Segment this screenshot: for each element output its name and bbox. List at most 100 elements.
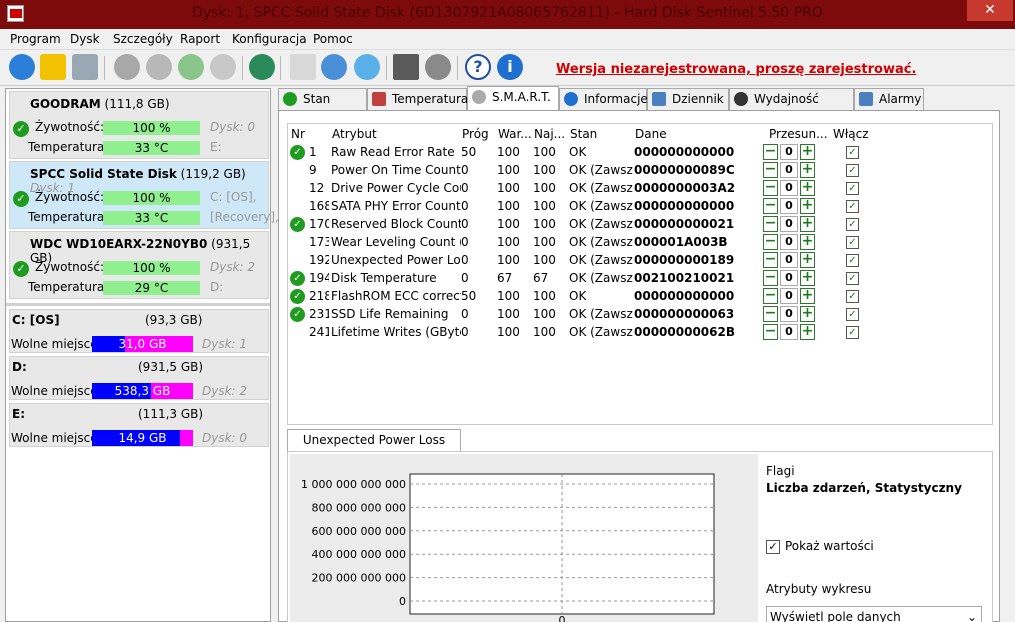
decrement-button[interactable]: − [763, 198, 778, 214]
menu-program[interactable]: Program [10, 32, 61, 46]
offset-value[interactable]: 0 [780, 144, 798, 160]
header-attribute[interactable]: Atrybut [332, 127, 377, 141]
volume-card-d[interactable]: D: (931,5 GB) Wolne miejsce 538,3 GB Dys… [9, 356, 269, 400]
enable-checkbox[interactable]: ✓ [846, 290, 859, 303]
table-row[interactable]: ✓ 231SSD Life Remaining 0 100 100 OK (Zawsz..… [288, 306, 878, 324]
offset-value[interactable]: 0 [780, 198, 798, 214]
disk-card-wdc[interactable]: WDC WD10EARX-22N0YB0 (931,5 GB) ✓ Żywotn… [9, 231, 269, 299]
refresh-icon[interactable] [9, 54, 35, 80]
disk-check-icon[interactable] [178, 54, 204, 80]
increment-button[interactable]: + [800, 198, 815, 214]
menu-pomoc[interactable]: Pomoc [313, 32, 353, 46]
decrement-button[interactable]: − [763, 234, 778, 250]
disk-card-spcc[interactable]: SPCC Solid State Disk (119,2 GB) Dysk: 1… [9, 161, 279, 229]
offset-value[interactable]: 0 [780, 252, 798, 268]
tab-informacje[interactable]: Informacje [559, 88, 648, 110]
table-row[interactable]: ✓218FlashROM ECC correcti...50100100OK00… [288, 288, 878, 306]
table-row[interactable]: 9Power On Time Count0100100OK (Zawsz...0… [288, 162, 878, 180]
show-values-label[interactable]: Pokaż wartości [785, 539, 874, 553]
offset-value[interactable]: 0 [780, 216, 798, 232]
offset-value[interactable]: 0 [780, 162, 798, 178]
offset-value[interactable]: 0 [780, 234, 798, 250]
increment-button[interactable]: + [800, 252, 815, 268]
decrement-button[interactable]: − [763, 180, 778, 196]
table-row[interactable]: 192Unexpected Power Loss...0100100OK (Za… [288, 252, 878, 270]
speaker-icon[interactable] [425, 54, 451, 80]
disk-card-goodram[interactable]: GOODRAM (111,8 GB) ✓ Żywotność: 100 % Dy… [9, 91, 269, 159]
tab-smart[interactable]: S.M.A.R.T. [467, 86, 559, 110]
header-data[interactable]: Dane [635, 127, 667, 141]
table-row[interactable]: ✓ 170 Reserved Block Count 0 100 100 OK (Zawsz… [288, 216, 878, 234]
enable-checkbox[interactable]: ✓ [846, 236, 859, 249]
disk-info-icon[interactable] [72, 54, 98, 80]
table-row[interactable]: 173Wear Leveling Count (t...0100100OK (Z… [288, 234, 878, 252]
offset-value[interactable]: 0 [780, 180, 798, 196]
enable-checkbox[interactable]: ✓ [846, 272, 859, 285]
enable-checkbox[interactable]: ✓ [846, 146, 859, 159]
monitor-icon[interactable] [393, 54, 419, 80]
disk-test-icon[interactable] [114, 54, 140, 80]
decrement-button[interactable]: − [763, 216, 778, 232]
decrement-button[interactable]: − [763, 288, 778, 304]
table-row[interactable]: ✓ 1 Raw Read Error Rate 50 100 100 OK 000000000… [288, 144, 878, 162]
increment-button[interactable]: + [800, 324, 815, 340]
header-worst[interactable]: Naj... [534, 127, 565, 141]
increment-button[interactable]: + [800, 306, 815, 322]
header-threshold[interactable]: Próg [462, 127, 489, 141]
decrement-button[interactable]: − [763, 162, 778, 178]
chart-attributes-select[interactable]: Wyświetl pole danych ⌄ [766, 606, 982, 622]
increment-button[interactable]: + [800, 270, 815, 286]
menu-szczegoly[interactable]: Szczegóły [113, 32, 173, 46]
help-icon[interactable]: ? [465, 54, 491, 80]
decrement-button[interactable]: − [763, 306, 778, 322]
menu-konfiguracja[interactable]: Konfiguracja [232, 32, 307, 46]
enable-checkbox[interactable]: ✓ [846, 326, 859, 339]
offset-value[interactable]: 0 [780, 324, 798, 340]
registration-link[interactable]: Wersja niezarejestrowana, proszę zarejes… [556, 62, 916, 77]
volume-card-e[interactable]: E: (111,3 GB) Wolne miejsce 14,9 GB Dysk… [9, 403, 269, 447]
disk-search-icon[interactable] [146, 54, 172, 80]
decrement-button[interactable]: − [763, 324, 778, 340]
header-status[interactable]: Stan [570, 127, 597, 141]
offset-value[interactable]: 0 [780, 306, 798, 322]
enable-checkbox[interactable]: ✓ [846, 182, 859, 195]
decrement-button[interactable]: − [763, 144, 778, 160]
tab-temperatura[interactable]: Temperatura [367, 88, 468, 110]
decrement-button[interactable]: − [763, 252, 778, 268]
sync-icon[interactable] [321, 54, 347, 80]
chart-tab[interactable]: Unexpected Power Loss Count [287, 429, 461, 467]
show-values-checkbox[interactable]: ✓ [766, 540, 780, 554]
menu-dysk[interactable]: Dysk [70, 32, 100, 46]
close-button[interactable]: ✕ [967, 0, 1013, 21]
offset-value[interactable]: 0 [780, 270, 798, 286]
header-nr[interactable]: Nr [291, 127, 305, 141]
header-enable[interactable]: Włącz [833, 127, 869, 141]
header-offset[interactable]: Przesun... [769, 127, 828, 141]
volume-card-c[interactable]: C: [OS] (93,3 GB) Wolne miejsce 31,0 GB … [9, 309, 269, 353]
enable-checkbox[interactable]: ✓ [846, 218, 859, 231]
table-row[interactable]: 168SATA PHY Error Count0100100OK (Zawsz.… [288, 198, 878, 216]
decrement-button[interactable]: − [763, 270, 778, 286]
warning-icon[interactable] [40, 54, 66, 80]
enable-checkbox[interactable]: ✓ [846, 254, 859, 267]
globe-icon[interactable] [249, 54, 275, 80]
increment-button[interactable]: + [800, 162, 815, 178]
menu-raport[interactable]: Raport [180, 32, 220, 46]
tab-stan-dysku[interactable]: Stan dysku [278, 88, 367, 126]
disk-wrench-icon[interactable] [210, 54, 236, 80]
network-icon[interactable] [354, 54, 380, 80]
table-row[interactable]: 12Drive Power Cycle Count0100100OK (Zaws… [288, 180, 878, 198]
header-value[interactable]: War... [498, 127, 532, 141]
increment-button[interactable]: + [800, 288, 815, 304]
increment-button[interactable]: + [800, 234, 815, 250]
enable-checkbox[interactable]: ✓ [846, 164, 859, 177]
tab-alarmy[interactable]: Alarmy [854, 88, 924, 110]
table-row[interactable]: ✓ 194Disk Temperature 0 67 67 OK (Zawsz...002… [288, 270, 878, 288]
enable-checkbox[interactable]: ✓ [846, 200, 859, 213]
increment-button[interactable]: + [800, 144, 815, 160]
increment-button[interactable]: + [800, 216, 815, 232]
info-icon[interactable]: i [497, 54, 523, 80]
tab-dziennik[interactable]: Dziennik [647, 88, 729, 110]
enable-checkbox[interactable]: ✓ [846, 308, 859, 321]
tab-wydajnosc[interactable]: Wydajność dysku [729, 88, 854, 126]
